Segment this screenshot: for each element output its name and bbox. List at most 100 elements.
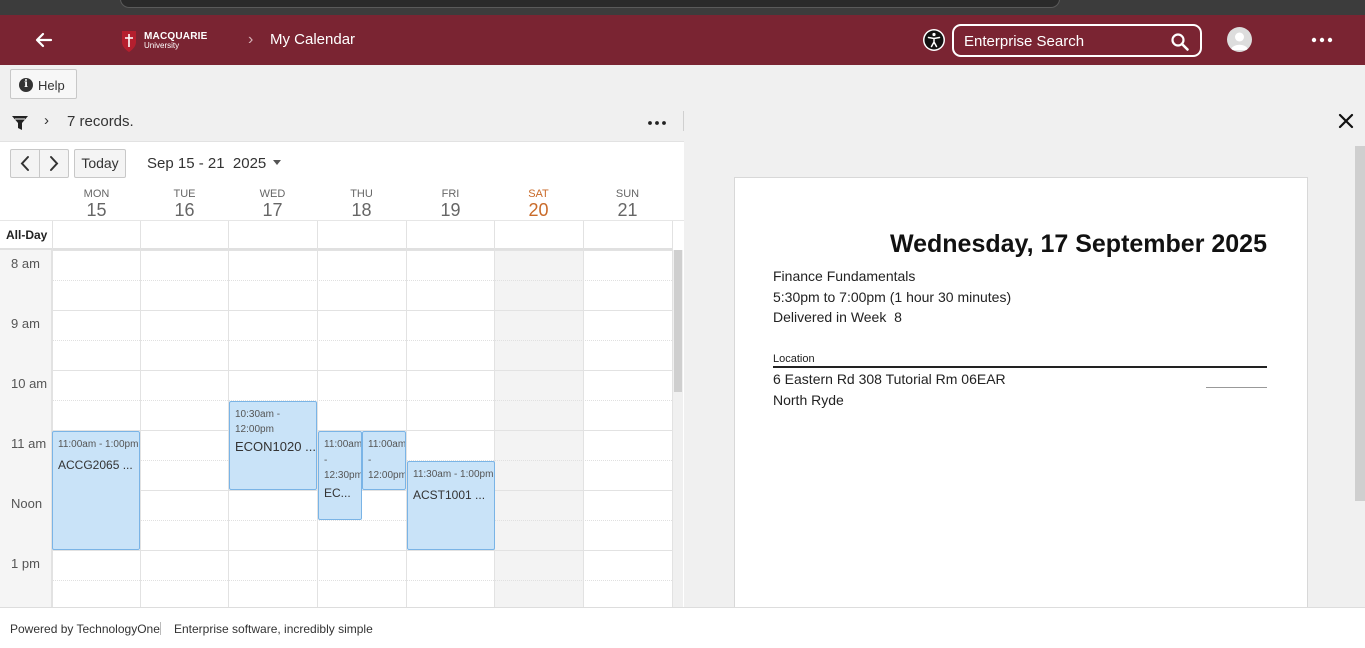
event-title: ACST1001 ...	[413, 488, 486, 502]
footer: Powered by TechnologyOne Enterprise soft…	[0, 607, 1365, 648]
day-header-wed[interactable]: WED 17	[228, 184, 317, 221]
previous-week-button[interactable]	[10, 149, 40, 178]
day-name: SUN	[615, 188, 640, 200]
help-bar: i Help	[0, 65, 1365, 103]
day-date: 19	[440, 200, 461, 220]
next-week-button[interactable]	[39, 149, 69, 178]
avatar[interactable]	[1227, 27, 1252, 52]
calendar-event[interactable]: 11:00am - 12:00pm	[362, 431, 406, 490]
day-header-row: MON 15 TUE 16 WED 17 THU 18 FRI 19 SAT 2…	[0, 184, 684, 221]
grid-line	[52, 580, 672, 581]
location-line1: 6 Eastern Rd 308 Tutorial Rm 06EAR	[773, 371, 1006, 387]
day-name: WED	[259, 188, 286, 200]
detail-week: Delivered in Week 8	[773, 309, 902, 325]
grid-line	[52, 490, 672, 491]
search-icon[interactable]	[1170, 32, 1190, 52]
expand-chevron-icon[interactable]: ›	[44, 112, 49, 129]
calendar-scrollbar[interactable]	[673, 250, 683, 607]
panel-divider	[683, 111, 684, 131]
filter-icon[interactable]	[11, 114, 29, 132]
caret-down-icon[interactable]	[273, 160, 281, 165]
event-time: 11:00am - 1:00pm	[58, 439, 139, 450]
calendar-event[interactable]: 10:30am - 12:00pm ECON1020 ...	[229, 401, 317, 490]
detail-course: Finance Fundamentals	[773, 268, 916, 284]
detail-scrollbar[interactable]	[1355, 146, 1365, 501]
day-name: SAT	[528, 188, 549, 200]
app-header: MACQUARIE University › My Calendar	[0, 15, 1365, 65]
day-date: 15	[86, 200, 107, 220]
hour-label: 8 am	[11, 256, 40, 271]
all-day-row[interactable]: All-Day	[0, 221, 672, 250]
hour-label: Noon	[11, 496, 43, 511]
help-label: Help	[38, 78, 65, 93]
browser-address-bar[interactable]	[120, 0, 1060, 8]
grid-line	[52, 280, 672, 281]
record-count: 7 records.	[67, 113, 134, 130]
search-input[interactable]	[964, 32, 1164, 50]
location-line2: North Ryde	[773, 392, 844, 408]
day-name: FRI	[441, 188, 460, 200]
grid-line	[52, 340, 672, 341]
calendar-event[interactable]: 11:30am - 1:00pm ACST1001 ...	[407, 461, 495, 550]
day-header-mon[interactable]: MON 15	[52, 184, 141, 221]
weekend-column-shade	[495, 250, 583, 607]
event-time: 11:00am - 12:00pm	[368, 439, 406, 481]
back-arrow-icon[interactable]	[33, 29, 55, 51]
day-date: 21	[617, 200, 638, 220]
accessibility-icon[interactable]	[922, 28, 946, 52]
grid-line	[52, 550, 672, 551]
user-icon	[1231, 32, 1248, 50]
event-time: 11:00am - 12:30pm	[324, 439, 362, 481]
event-time: 10:30am - 12:00pm	[235, 409, 281, 435]
grid-column-line	[317, 221, 318, 607]
hour-label: 11 am	[11, 436, 47, 451]
grid-line	[52, 250, 672, 251]
calendar-panel: Today Sep 15 - 21 2025 MON 15 TUE 16 WED…	[0, 141, 684, 607]
info-icon: i	[19, 78, 33, 92]
date-range-label[interactable]: Sep 15 - 21 2025	[147, 155, 266, 172]
day-name: MON	[83, 188, 110, 200]
help-button[interactable]: i Help	[10, 69, 77, 99]
location-divider	[773, 366, 1267, 368]
day-header-fri[interactable]: FRI 19	[406, 184, 495, 221]
close-icon[interactable]	[1336, 111, 1356, 131]
logo-line2: University	[144, 41, 180, 50]
event-title: ECON1020 ...	[235, 439, 316, 454]
browser-chrome	[0, 0, 1365, 15]
tagline-text: Enterprise software, incredibly simple	[174, 622, 373, 636]
location-label: Location	[773, 353, 815, 365]
detail-panel: Wednesday, 17 September 2025 Finance Fun…	[684, 141, 1365, 607]
calendar-event[interactable]: 11:00am - 1:00pm ACCG2065 ...	[52, 431, 140, 550]
university-logo[interactable]: MACQUARIE University	[120, 28, 207, 54]
powered-by-text: Powered by TechnologyOne	[10, 622, 160, 636]
enterprise-search-box	[952, 24, 1202, 57]
chevron-right-icon	[50, 156, 59, 171]
shield-logo-icon	[122, 31, 136, 52]
day-date: 20	[528, 200, 549, 220]
day-header-sun[interactable]: SUN 21	[583, 184, 672, 221]
detail-date: Wednesday, 17 September 2025	[889, 230, 1267, 258]
grid-column-line	[140, 221, 141, 607]
hour-label: 1 pm	[11, 556, 40, 571]
filter-bar: › 7 records.	[0, 103, 684, 141]
day-header-tue[interactable]: TUE 16	[140, 184, 229, 221]
chevron-left-icon	[20, 156, 29, 171]
today-button[interactable]: Today	[74, 149, 126, 178]
event-detail-card: Wednesday, 17 September 2025 Finance Fun…	[734, 177, 1308, 607]
chevron-right-icon: ›	[248, 31, 254, 48]
day-header-sat[interactable]: SAT 20	[494, 184, 583, 221]
event-time: 11:30am - 1:00pm	[413, 469, 494, 480]
list-options-icon[interactable]	[647, 113, 667, 133]
hour-label: 9 am	[11, 316, 40, 331]
event-title: ACCG2065 ...	[58, 458, 133, 472]
calendar-event[interactable]: 11:00am - 12:30pm EC...	[318, 431, 362, 520]
calendar-nav: Today Sep 15 - 21 2025	[0, 142, 684, 184]
hour-label-column	[0, 250, 52, 607]
day-header-thu[interactable]: THU 18	[317, 184, 406, 221]
page-title: My Calendar	[270, 31, 356, 48]
more-options-icon[interactable]	[1310, 28, 1334, 52]
day-name: TUE	[173, 188, 196, 200]
day-date: 16	[174, 200, 195, 220]
grid-line	[52, 310, 672, 311]
scrollbar-thumb[interactable]	[674, 250, 682, 392]
